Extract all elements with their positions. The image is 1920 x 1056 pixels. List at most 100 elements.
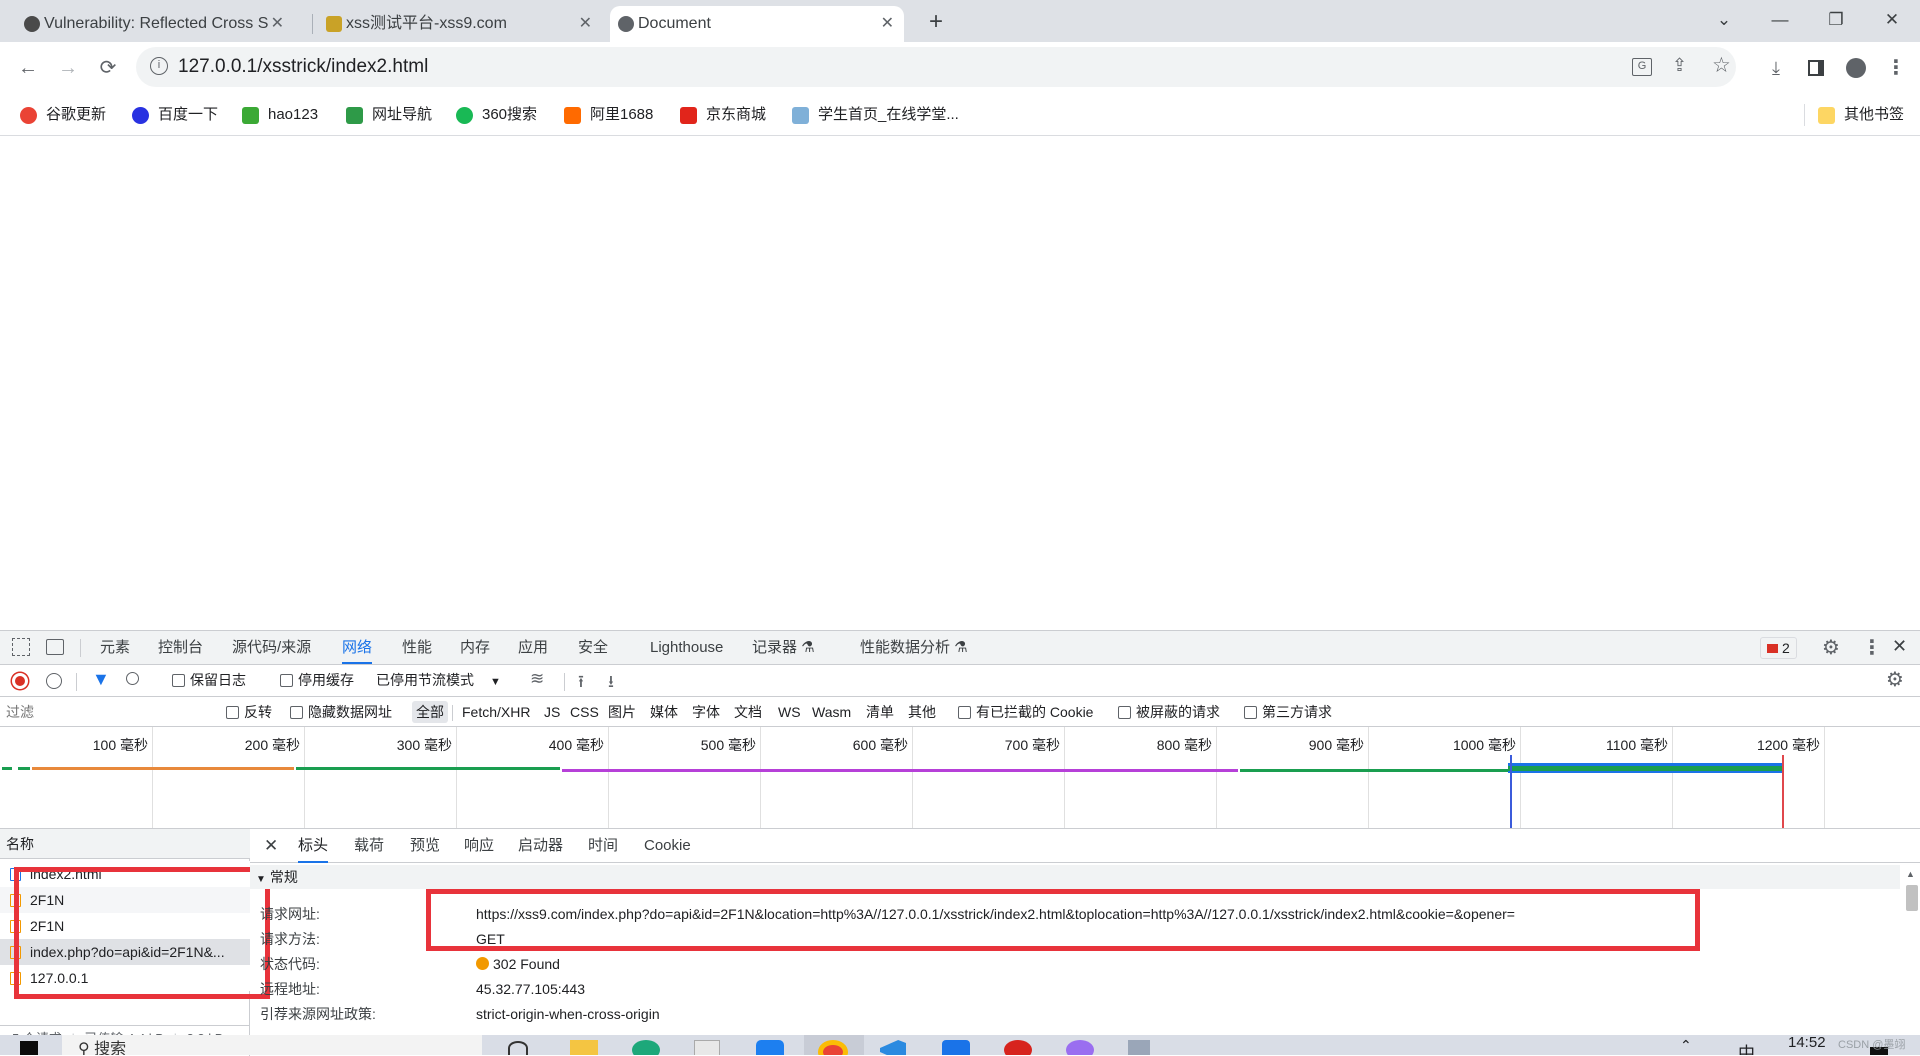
tab-network[interactable]: 网络 [342, 631, 373, 664]
bookmark-jd[interactable]: 京东商城 [680, 104, 766, 126]
tab-close-icon[interactable]: ✕ [271, 6, 284, 42]
back-button[interactable]: ← [12, 52, 44, 84]
scrollbar-up-icon[interactable]: ▲ [1906, 869, 1915, 879]
blocked-requests-checkbox[interactable]: 被屏蔽的请求 [1118, 697, 1220, 727]
settings-gear-icon[interactable]: ⚙ [1822, 635, 1840, 660]
tab-memory[interactable]: 内存 [460, 631, 490, 664]
star-icon[interactable]: ☆ [1712, 53, 1731, 78]
bookmark-1688[interactable]: 阿里1688 [564, 104, 653, 126]
tab-search-button[interactable]: ⌄ [1696, 0, 1752, 40]
error-badge[interactable]: 2 [1760, 637, 1797, 659]
tab-elements[interactable]: 元素 [100, 631, 130, 664]
filter-type-fetch-xhr[interactable]: Fetch/XHR [462, 697, 530, 727]
tab-initiator[interactable]: 启动器 [518, 829, 563, 863]
disable-cache-checkbox[interactable]: 停用缓存 [280, 665, 354, 695]
bookmark-nav[interactable]: 网址导航 [346, 104, 432, 126]
filter-type-css[interactable]: CSS [570, 697, 599, 727]
typora-icon[interactable] [694, 1040, 720, 1055]
reload-button[interactable]: ⟳ [92, 52, 124, 84]
tab-performance[interactable]: 性能 [402, 631, 432, 664]
export-har-icon[interactable]: ⭳ [608, 669, 614, 698]
tab-recorder[interactable]: 记录器 ⚗ [752, 631, 815, 664]
app-icon[interactable] [1128, 1040, 1150, 1055]
inspect-icon[interactable] [12, 638, 30, 656]
close-details-icon[interactable]: ✕ [264, 836, 278, 856]
share-icon[interactable]: ⇪ [1672, 55, 1687, 76]
download-icon[interactable]: ⤓ [1760, 52, 1792, 84]
minimize-button[interactable]: — [1752, 0, 1808, 40]
close-devtools-icon[interactable]: ✕ [1892, 636, 1907, 657]
other-bookmarks[interactable]: 其他书签 [1818, 104, 1904, 126]
general-section-header[interactable]: ▼ 常规 [250, 865, 1900, 889]
close-window-button[interactable]: ✕ [1864, 0, 1920, 40]
clock[interactable]: 14:52 [1788, 1035, 1826, 1051]
profile-icon[interactable] [1840, 52, 1872, 84]
hide-data-urls-checkbox[interactable]: 隐藏数据网址 [290, 697, 392, 727]
new-tab-button[interactable]: + [920, 6, 952, 38]
filter-input[interactable] [6, 701, 206, 723]
tab-headers[interactable]: 标头 [298, 829, 329, 863]
filter-type-wasm[interactable]: Wasm [812, 697, 851, 727]
filter-type-font[interactable]: 字体 [692, 697, 720, 727]
tab-document[interactable]: Document ✕ [610, 6, 904, 42]
vscode-icon[interactable] [880, 1040, 906, 1055]
more-options-icon[interactable]: ⋮ [1862, 635, 1882, 660]
tab-sources[interactable]: 源代码/来源 [232, 631, 311, 664]
bookmark-google-update[interactable]: 谷歌更新 [20, 104, 106, 126]
network-settings-gear-icon[interactable]: ⚙ [1886, 667, 1904, 692]
tab-vulnerability[interactable]: Vulnerability: Reflected Cross S ✕ [16, 6, 294, 42]
tab-performance-insights[interactable]: 性能数据分析 ⚗ [860, 631, 968, 664]
tab-timing[interactable]: 时间 [588, 829, 618, 863]
invert-checkbox[interactable]: 反转 [226, 697, 272, 727]
filter-type-img[interactable]: 图片 [608, 697, 636, 727]
app-icon[interactable] [1066, 1040, 1094, 1055]
netease-music-icon[interactable] [1004, 1040, 1032, 1055]
tab-application[interactable]: 应用 [518, 631, 548, 664]
tab-xss-platform[interactable]: xss测试平台-xss9.com ✕ [318, 6, 602, 42]
kugou-icon[interactable] [756, 1040, 784, 1055]
bookmark-hao123[interactable]: hao123 [242, 104, 318, 126]
url-text[interactable]: 127.0.0.1/xsstrick/index2.html [178, 47, 428, 87]
device-toggle-icon[interactable] [46, 639, 64, 655]
preserve-log-checkbox[interactable]: 保留日志 [172, 665, 246, 695]
details-scrollbar-thumb[interactable] [1906, 885, 1918, 911]
tab-console[interactable]: 控制台 [158, 631, 203, 664]
tab-preview[interactable]: 预览 [410, 829, 440, 863]
filter-type-all[interactable]: 全部 [412, 701, 448, 723]
ime-indicator[interactable]: 中 [1738, 1039, 1755, 1055]
bookmark-360[interactable]: 360搜索 [456, 104, 537, 126]
system-tray-chevron-icon[interactable]: ⌃ [1680, 1037, 1692, 1054]
search-icon[interactable] [126, 672, 139, 685]
restore-button[interactable]: ❐ [1808, 0, 1864, 40]
bookmark-student[interactable]: 学生首页_在线学堂... [792, 104, 959, 126]
task-view-icon[interactable] [508, 1041, 528, 1055]
tab-response[interactable]: 响应 [464, 829, 494, 863]
translate-icon[interactable]: G [1632, 58, 1652, 76]
filter-type-doc[interactable]: 文档 [734, 697, 762, 727]
site-info-icon[interactable]: i [150, 57, 168, 75]
blocked-cookies-checkbox[interactable]: 有已拦截的 Cookie [958, 697, 1093, 727]
third-party-checkbox[interactable]: 第三方请求 [1244, 697, 1332, 727]
windows-start-icon[interactable] [20, 1041, 38, 1055]
tab-close-icon[interactable]: ✕ [579, 6, 592, 42]
record-stop-icon[interactable] [12, 673, 28, 689]
filter-type-other[interactable]: 其他 [908, 697, 936, 727]
bookmark-baidu[interactable]: 百度一下 [132, 104, 218, 126]
tab-cookies[interactable]: Cookie [644, 829, 691, 863]
filter-type-ws[interactable]: WS [778, 697, 801, 727]
filter-type-media[interactable]: 媒体 [650, 697, 678, 727]
sidepanel-icon[interactable] [1800, 52, 1832, 84]
page-viewport[interactable] [0, 137, 1920, 630]
tab-close-icon[interactable]: ✕ [881, 6, 894, 42]
throttling-select[interactable]: 已停用节流模式 ▼ [376, 665, 501, 695]
tab-payload[interactable]: 载荷 [354, 829, 384, 863]
forward-button[interactable]: → [52, 52, 84, 84]
tab-security[interactable]: 安全 [578, 631, 608, 664]
filter-type-manifest[interactable]: 清单 [866, 697, 894, 727]
filter-funnel-icon[interactable]: ▼ [92, 669, 110, 690]
network-conditions-icon[interactable]: ≋ [530, 669, 544, 689]
taskbar-search-box[interactable]: ⚲ 搜索 [62, 1035, 482, 1055]
clear-icon[interactable] [46, 673, 62, 689]
tab-lighthouse[interactable]: Lighthouse [650, 631, 723, 664]
network-overview-timeline[interactable]: 100 毫秒 200 毫秒 300 毫秒 400 毫秒 500 毫秒 600 毫秒 700 … [0, 727, 1920, 829]
